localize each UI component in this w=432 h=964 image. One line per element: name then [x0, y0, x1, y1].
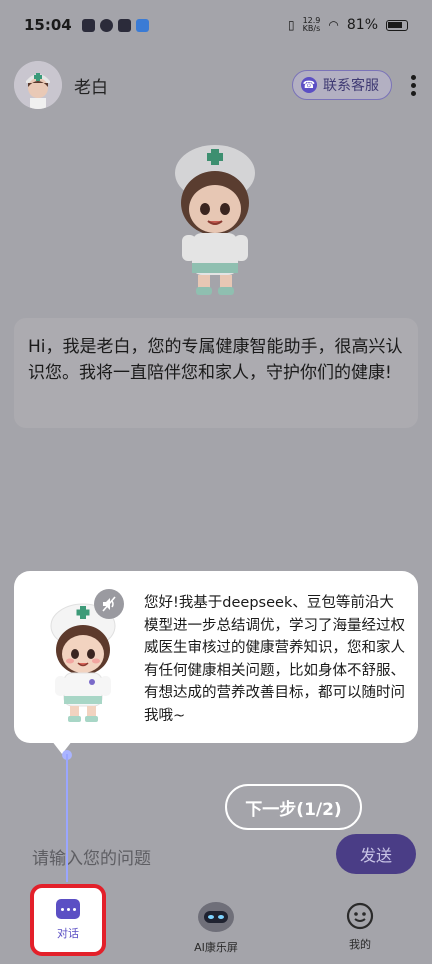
notification-icons	[81, 18, 149, 32]
more-dot-icon	[410, 74, 416, 80]
speaker-mute-icon	[102, 596, 116, 612]
net-speed-unit: KB/s	[302, 24, 321, 33]
greeting-message: Hi，我是老白，您的专属健康智能助手，很高兴认识您。我将一直陪伴您和家人，守护你…	[14, 318, 418, 428]
status-right: ▯ 12.9 KB/s ◠ 81%	[288, 17, 408, 33]
more-menu-button[interactable]	[408, 74, 418, 96]
smile-icon	[346, 902, 374, 930]
more-dot-icon	[410, 90, 416, 96]
robot-icon	[198, 902, 234, 932]
mute-voice-button[interactable]	[94, 589, 124, 619]
tab-profile-label: 我的	[349, 938, 371, 951]
net-speed: 12.9 KB/s	[303, 17, 321, 33]
tab-ai-screen[interactable]: AI康乐屏	[176, 899, 256, 955]
next-step-button[interactable]: 下一步(1/2)	[225, 784, 362, 830]
tab-chat-label: 对话	[57, 927, 79, 940]
video-app-icon	[81, 18, 95, 32]
tab-chat-highlighted[interactable]: 对话	[30, 884, 106, 956]
battery-percent: 81%	[346, 17, 378, 33]
tab-ai-screen-label: AI康乐屏	[194, 941, 238, 954]
guide-text: 您好!我基于deepseek、豆包等前沿大模型进一步总结调优，学习了海量经过权威…	[144, 595, 405, 724]
crown-app-icon	[117, 18, 131, 32]
nurse-mascot-image	[175, 145, 255, 295]
wifi-icon: ◠	[328, 18, 339, 32]
avatar-nurse-icon	[14, 61, 62, 109]
avatar[interactable]	[14, 61, 62, 109]
contact-service-label: 联系客服	[323, 78, 379, 94]
greeting-text: Hi，我是老白，您的专属健康智能助手，很高兴认识您。我将一直陪伴您和家人，守护你…	[28, 337, 403, 383]
chat-icon	[56, 899, 80, 919]
tab-profile[interactable]: 我的	[320, 902, 400, 952]
assistant-name: 老白	[74, 77, 108, 98]
status-bar: 15:04 ▯ 12.9 KB/s ◠ 81%	[0, 0, 432, 50]
info-app-icon	[135, 18, 149, 32]
question-input[interactable]: 请输入您的问题	[16, 834, 336, 874]
header: 老白 ☎ 联系客服	[0, 55, 432, 115]
send-button[interactable]: 发送	[336, 834, 416, 874]
check-app-icon	[99, 18, 113, 32]
vibrate-icon: ▯	[287, 18, 295, 32]
status-time: 15:04	[24, 16, 72, 34]
battery-icon	[386, 19, 408, 31]
more-dot-icon	[410, 82, 416, 88]
guide-pointer-line	[66, 754, 68, 882]
headset-icon: ☎	[301, 77, 317, 93]
contact-service-button[interactable]: ☎ 联系客服	[292, 70, 392, 100]
